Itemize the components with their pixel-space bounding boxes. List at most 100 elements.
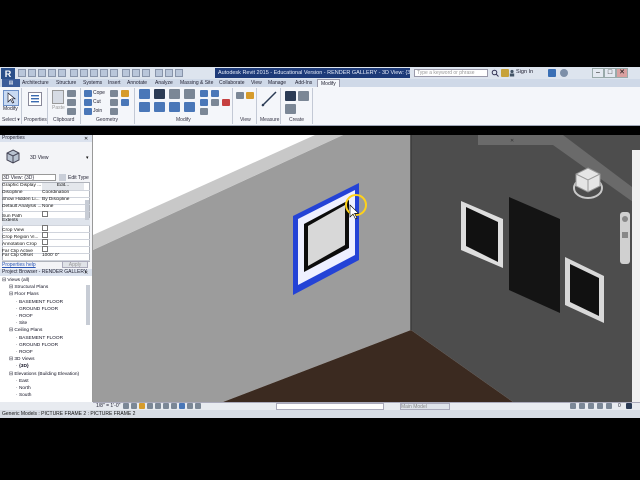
create-assembly-icon[interactable] <box>285 91 296 101</box>
type-name[interactable]: 3D View <box>30 155 49 161</box>
pin-icon[interactable] <box>211 90 219 97</box>
mirror-draw-icon[interactable] <box>184 89 195 99</box>
steering-wheel-icon[interactable] <box>622 216 628 222</box>
visual-style-icon[interactable] <box>131 403 137 409</box>
close-icon[interactable]: ✕ <box>84 270 90 276</box>
tab-annotate[interactable]: Annotate <box>127 79 147 87</box>
browser-tree-item[interactable]: · GROUND FLOOR <box>2 342 84 349</box>
trim-icon[interactable] <box>184 102 195 112</box>
save-icon[interactable] <box>28 69 36 77</box>
browser-tree-item[interactable]: · South <box>2 392 84 399</box>
close-icon[interactable]: ✕ <box>84 136 90 142</box>
maximize-button[interactable]: □ <box>604 68 616 78</box>
view-scale[interactable]: 1/8" = 1'-0" <box>96 403 120 409</box>
lock-view-icon[interactable] <box>179 403 185 409</box>
viewport-scrollbar[interactable] <box>632 150 640 402</box>
detail-level-icon[interactable] <box>123 403 129 409</box>
prop-row[interactable]: Far Clip Offset 1000' 0" <box>2 253 90 261</box>
workset-dropdown[interactable] <box>276 403 384 410</box>
tab-analyze[interactable]: Analyze <box>155 79 173 87</box>
viewcube-icon[interactable] <box>572 164 604 204</box>
cut-label[interactable]: Cut <box>93 99 101 105</box>
select-panel-label[interactable]: Select ▾ <box>2 117 20 123</box>
print-icon[interactable] <box>70 69 78 77</box>
graphic-display-edit-button[interactable]: Edit... <box>42 183 84 190</box>
browser-tree-item[interactable]: · ROOF <box>2 349 84 356</box>
split-icon[interactable] <box>200 90 208 97</box>
join-icon[interactable] <box>84 108 92 115</box>
thin-lines-icon[interactable] <box>142 69 150 77</box>
browser-tree-item[interactable]: ⊟ Views (all) <box>2 277 84 284</box>
browser-tree-item[interactable]: · BASEMENT FLOOR <box>2 299 84 306</box>
delete-icon[interactable] <box>222 99 230 106</box>
design-options-dropdown[interactable]: Main Model <box>400 403 450 410</box>
drag-elements-icon[interactable] <box>606 403 612 409</box>
measure-icon[interactable] <box>80 69 88 77</box>
properties-icon[interactable] <box>28 92 42 106</box>
override-graphics-icon[interactable] <box>236 92 244 99</box>
tab-systems[interactable]: Systems <box>83 79 102 87</box>
sun-path-icon[interactable] <box>139 403 145 409</box>
cope-icon[interactable] <box>84 90 92 97</box>
modify-label[interactable]: Modify <box>3 106 18 112</box>
filter-icon[interactable] <box>626 403 632 409</box>
properties-scrollbar[interactable] <box>85 200 89 220</box>
browser-tree-item[interactable]: · North <box>2 385 84 392</box>
paint-icon[interactable] <box>110 99 118 106</box>
browser-tree-item[interactable]: · {3D} <box>2 363 84 370</box>
prop-value[interactable]: None <box>42 204 84 211</box>
browser-tree-item[interactable]: ⊟ Structural Plans <box>2 284 84 291</box>
browser-tree-item[interactable]: · ROOF <box>2 313 84 320</box>
sync-icon[interactable] <box>38 69 46 77</box>
move-icon[interactable] <box>139 102 150 112</box>
prop-value[interactable]: 1000' 0" <box>42 253 84 260</box>
measure-tool-icon[interactable] <box>260 90 278 108</box>
tab-architecture[interactable]: Architecture <box>22 79 49 87</box>
show-crop-icon[interactable] <box>171 403 177 409</box>
3d-viewport[interactable] <box>93 135 640 402</box>
tab-structure[interactable]: Structure <box>56 79 76 87</box>
3d-view-icon[interactable] <box>122 69 130 77</box>
browser-tree-item[interactable]: · Site <box>2 320 84 327</box>
modify-cursor-icon[interactable] <box>3 90 19 106</box>
close-hidden-icon[interactable] <box>155 69 163 77</box>
redo-icon[interactable] <box>58 69 66 77</box>
close-icon[interactable]: ✕ <box>510 138 516 144</box>
browser-tree-item[interactable]: · BASEMENT FLOOR <box>2 335 84 342</box>
tab-massing-site[interactable]: Massing & Site <box>180 79 213 87</box>
type-dropdown-icon[interactable]: ▾ <box>86 155 89 161</box>
edit-type-button[interactable]: Edit Type <box>68 175 89 181</box>
select-underlay-icon[interactable] <box>579 403 585 409</box>
minimize-button[interactable]: – <box>592 68 604 78</box>
paste-label[interactable]: Paste <box>52 105 65 111</box>
array-icon[interactable] <box>200 99 208 106</box>
mirror-axis-icon[interactable] <box>169 89 180 99</box>
clipboard-copy-icon[interactable] <box>67 90 76 97</box>
select-links-icon[interactable] <box>570 403 576 409</box>
tab-collaborate[interactable]: Collaborate <box>219 79 245 87</box>
offset-icon[interactable] <box>154 89 165 99</box>
customize-qat-icon[interactable] <box>175 69 183 77</box>
zoom-icon[interactable] <box>622 232 628 238</box>
match-type-icon[interactable] <box>67 108 76 115</box>
join-label[interactable]: Join <box>93 108 102 114</box>
instance-selector[interactable]: 3D View: {3D} <box>2 174 56 181</box>
select-pinned-icon[interactable] <box>588 403 594 409</box>
browser-scrollbar[interactable] <box>86 285 90 325</box>
exchange-apps-icon[interactable] <box>548 69 556 77</box>
unpin-icon[interactable] <box>211 99 219 106</box>
copy-icon[interactable] <box>154 102 165 112</box>
browser-tree-item[interactable]: · East <box>2 378 84 385</box>
search-icon[interactable] <box>491 69 499 77</box>
wall-joins-icon[interactable] <box>110 90 118 97</box>
remove-paint-icon[interactable] <box>110 108 118 115</box>
apply-button[interactable]: Apply <box>62 261 88 268</box>
create-parts-icon[interactable] <box>298 91 309 101</box>
temp-hide-icon[interactable] <box>187 403 193 409</box>
undo-icon[interactable] <box>48 69 56 77</box>
split-face-icon[interactable] <box>121 90 129 97</box>
crop-view-icon[interactable] <box>163 403 169 409</box>
help-icon[interactable] <box>560 69 568 77</box>
prop-value[interactable]: Coordination <box>42 190 84 197</box>
browser-tree-item[interactable]: ⊟ Elevations (Building Elevation) <box>2 371 84 378</box>
